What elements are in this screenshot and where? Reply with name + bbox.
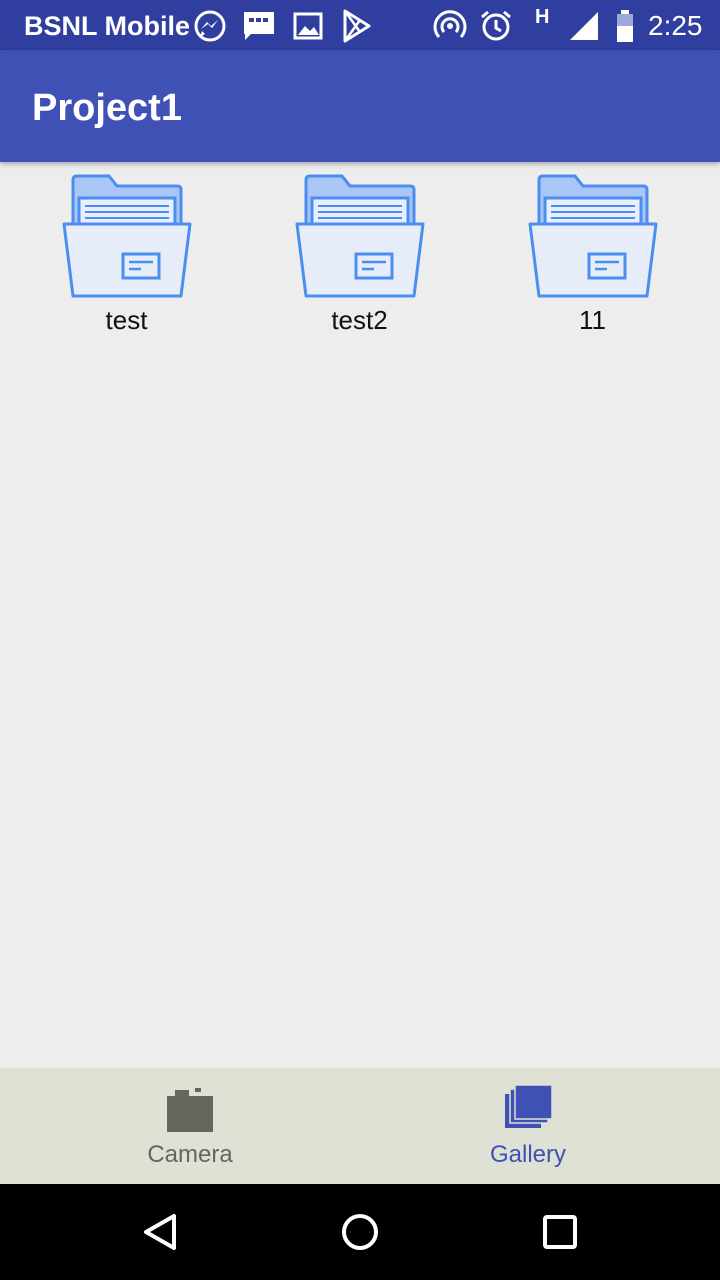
clock: 2:25 — [648, 10, 703, 41]
folder-icon — [528, 174, 657, 298]
system-navigation-bar — [0, 1184, 720, 1280]
folder-name: 11 — [579, 305, 606, 335]
folder-name: test — [105, 305, 148, 335]
tab-label-gallery: Gallery — [489, 1141, 567, 1168]
messenger-icon — [192, 8, 228, 44]
battery-icon — [607, 8, 643, 44]
signal-icon — [566, 8, 602, 44]
camera-icon — [167, 1088, 213, 1132]
folder-item[interactable]: test — [10, 172, 243, 342]
tab-camera[interactable]: Camera — [10, 1068, 370, 1184]
folder-grid: test test2 11 — [0, 162, 720, 1068]
carrier-name: BSNL Mobile — [24, 11, 191, 41]
folder-item[interactable]: test2 — [243, 172, 476, 342]
home-icon — [342, 1214, 378, 1250]
tab-gallery[interactable]: Gallery — [348, 1068, 708, 1184]
bottom-navigation: Camera Gallery — [0, 1068, 720, 1184]
back-button[interactable] — [136, 1208, 184, 1256]
tab-label-camera: Camera — [147, 1141, 233, 1168]
gallery-stack-icon — [505, 1084, 553, 1128]
folder-icon — [295, 174, 424, 298]
sms-icon — [241, 8, 277, 44]
status-bar: BSNL Mobile H 2:25 — [0, 0, 720, 50]
folder-icon — [62, 174, 191, 298]
home-button[interactable] — [336, 1208, 384, 1256]
recents-button[interactable] — [536, 1208, 584, 1256]
hotspot-icon — [432, 8, 468, 44]
app-bar: Project1 — [0, 50, 720, 162]
alarm-icon — [478, 8, 514, 44]
folder-item[interactable]: 11 — [476, 172, 709, 342]
network-type: H — [535, 6, 550, 28]
play-store-icon — [338, 8, 374, 44]
folder-name: test2 — [331, 305, 388, 335]
page-title: Project1 — [32, 87, 182, 129]
gallery-icon — [290, 8, 326, 44]
back-icon — [144, 1214, 176, 1250]
recents-icon — [543, 1215, 577, 1249]
